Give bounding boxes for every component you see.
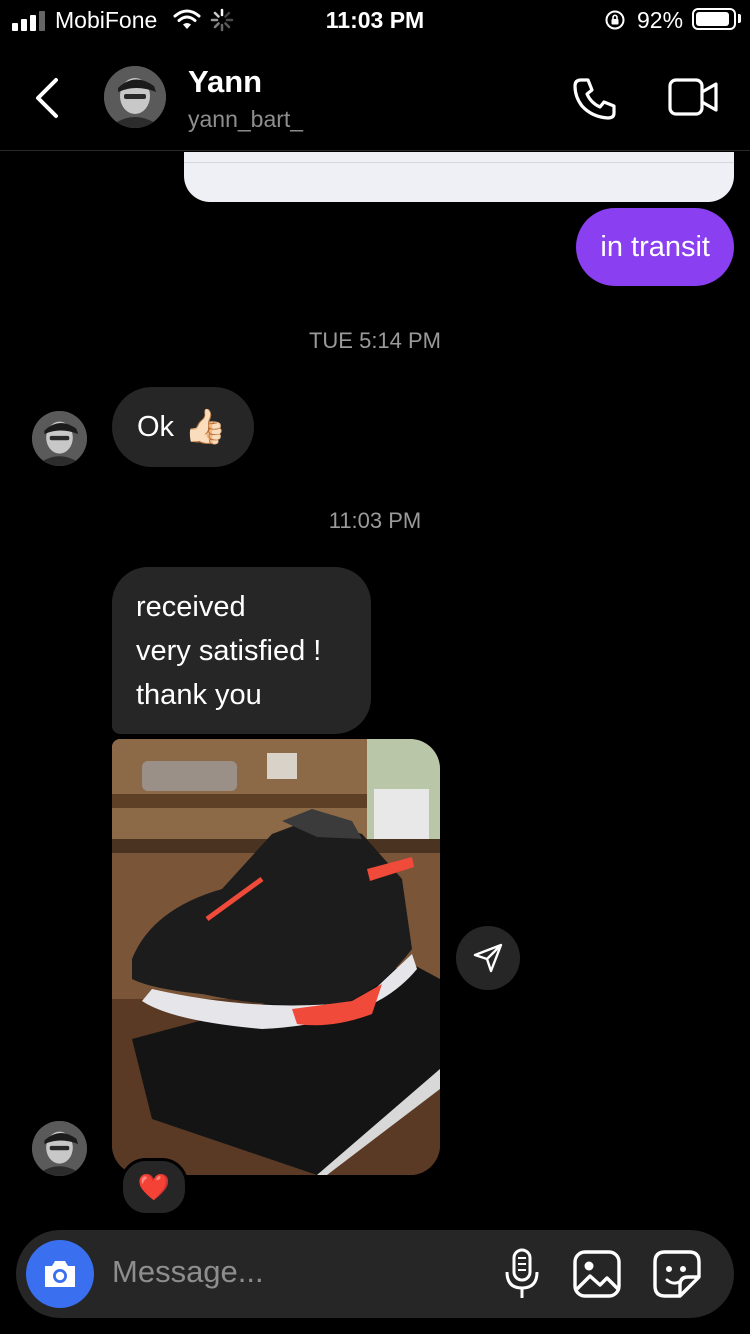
battery-tip [738,14,741,23]
thumbs-up-emoji: 👍🏻 [184,408,227,446]
camera-icon [45,1261,75,1287]
message-line: thank you [136,679,262,711]
microphone-icon[interactable] [502,1248,542,1300]
timestamp: TUE 5:14 PM [308,328,442,353]
video-camera-icon[interactable] [668,76,720,120]
heart-emoji: ❤️ [137,1171,171,1202]
contact-name[interactable]: Yann [188,64,262,100]
outgoing-message-bubble[interactable]: in transit [576,208,734,286]
timestamp: 11:03 PM [328,508,422,533]
status-bar: MobiFone 11:03 PM 92% [0,0,750,40]
camera-button[interactable] [26,1240,94,1308]
rotation-lock-icon [605,10,625,30]
sender-avatar[interactable] [32,1121,87,1176]
message-text: Ok [137,410,175,443]
message-line: received [136,591,246,623]
contact-avatar[interactable] [104,66,166,128]
sneaker-photo[interactable] [112,739,440,1175]
battery-percent: 92% [637,7,684,33]
battery-icon [692,8,736,30]
share-button[interactable] [456,926,520,990]
sender-avatar[interactable] [32,411,87,466]
phone-icon[interactable] [570,74,620,124]
heart-reaction[interactable]: ❤️ [120,1158,188,1216]
gallery-icon[interactable] [572,1249,622,1299]
paper-plane-icon [473,943,503,973]
shared-content-card[interactable] [184,152,734,202]
contact-handle[interactable]: yann_bart_ [188,106,303,133]
message-input[interactable]: Message... [112,1254,264,1290]
message-line: very satisfied ! [136,635,322,667]
incoming-message-bubble[interactable]: Ok 👍🏻 [112,387,255,467]
sticker-icon[interactable] [652,1249,702,1299]
chat-header: Yann yann_bart_ [0,40,750,151]
back-chevron-icon[interactable] [30,76,62,120]
message-composer[interactable]: Message... [16,1230,734,1318]
incoming-message-bubble[interactable]: received very satisfied ! thank you [112,567,371,734]
